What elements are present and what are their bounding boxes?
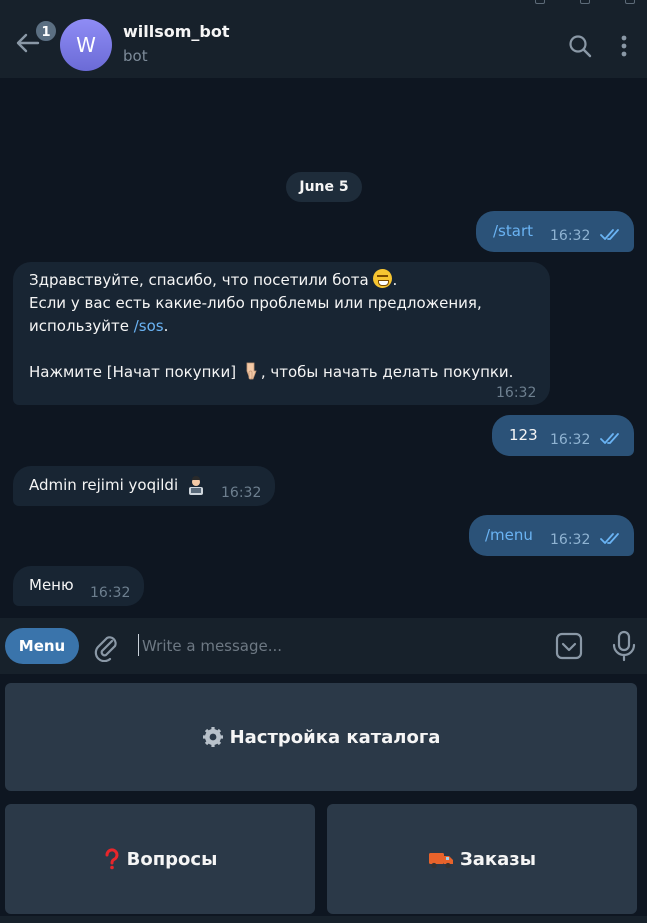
message-text: Меню <box>29 576 74 594</box>
message-text: Admin rejimi yoqildi <box>29 476 179 494</box>
message-line: используйте <box>29 317 134 335</box>
maximize-icon[interactable] <box>580 0 590 4</box>
search-icon[interactable] <box>567 33 593 59</box>
question-mark-icon <box>105 848 119 870</box>
text-caret <box>138 634 139 656</box>
message-time: 16:32 <box>550 228 591 244</box>
message-time: 16:32 <box>550 532 591 548</box>
button-label: Настройка каталога <box>229 726 441 748</box>
technologist-icon <box>189 476 203 495</box>
close-icon[interactable] <box>625 0 635 4</box>
bot-keyboard-toggle-icon[interactable] <box>555 632 583 660</box>
sos-command-link[interactable]: /sos <box>134 317 164 335</box>
message-text: 123 <box>509 426 538 444</box>
message-punct: . <box>163 317 169 335</box>
message-input[interactable] <box>142 632 532 660</box>
grinning-face-icon <box>373 269 393 288</box>
unread-badge: 1 <box>34 19 58 43</box>
message-outgoing[interactable]: /menu 16:32 <box>469 515 634 556</box>
double-check-icon <box>600 229 619 240</box>
avatar[interactable]: W <box>60 19 112 71</box>
message-body: Здравствуйте, спасибо, что посетили бота… <box>29 269 539 384</box>
message-incoming[interactable]: Admin rejimi yoqildi 16:32 <box>13 466 275 506</box>
double-check-icon <box>600 533 619 544</box>
questions-button[interactable]: Вопросы <box>5 804 315 914</box>
pointing-down-icon <box>246 362 257 380</box>
minimize-icon[interactable] <box>535 0 545 4</box>
more-options-icon[interactable] <box>612 33 636 59</box>
message-punct: . <box>392 271 398 289</box>
message-composer: Menu <box>0 618 647 674</box>
microphone-icon[interactable] <box>611 630 637 662</box>
message-line: Нажмите [Начат покупки] <box>29 363 237 381</box>
gear-icon <box>202 727 223 747</box>
chat-title[interactable]: willsom_bot <box>123 22 230 41</box>
message-time: 16:32 <box>496 385 537 401</box>
message-line: , чтобы начать делать покупки. <box>260 363 514 381</box>
message-outgoing[interactable]: 123 16:32 <box>492 415 634 456</box>
message-time: 16:32 <box>90 585 131 601</box>
message-time: 16:32 <box>221 485 262 501</box>
window-bottom-border <box>0 916 647 923</box>
window-titlebar <box>0 0 647 8</box>
message-incoming[interactable]: Меню 16:32 <box>13 566 144 606</box>
button-label: Заказы <box>459 848 537 870</box>
chat-subtitle: bot <box>123 47 148 65</box>
delivery-truck-icon <box>428 853 453 869</box>
catalog-settings-button[interactable]: Настройка каталога <box>5 683 637 791</box>
double-check-icon <box>600 433 619 444</box>
button-label: Вопросы <box>126 848 218 870</box>
message-time: 16:32 <box>550 432 591 448</box>
orders-button[interactable]: Заказы <box>327 804 637 914</box>
message-text[interactable]: /start <box>493 220 533 243</box>
message-outgoing[interactable]: /start 16:32 <box>476 211 634 252</box>
date-separator: June 5 <box>286 172 362 202</box>
message-line: Здравствуйте, спасибо, что посетили бота <box>29 271 369 289</box>
message-line: Если у вас есть какие-либо проблемы или … <box>29 294 482 312</box>
bot-reply-keyboard: Настройка каталога Вопросы Заказы <box>0 674 647 923</box>
chat-header: 1 W willsom_bot bot <box>0 8 647 78</box>
bot-menu-button[interactable]: Menu <box>5 628 79 664</box>
message-text[interactable]: /menu <box>485 524 533 547</box>
paperclip-icon[interactable] <box>92 632 120 662</box>
message-incoming[interactable]: Здравствуйте, спасибо, что посетили бота… <box>13 262 550 405</box>
